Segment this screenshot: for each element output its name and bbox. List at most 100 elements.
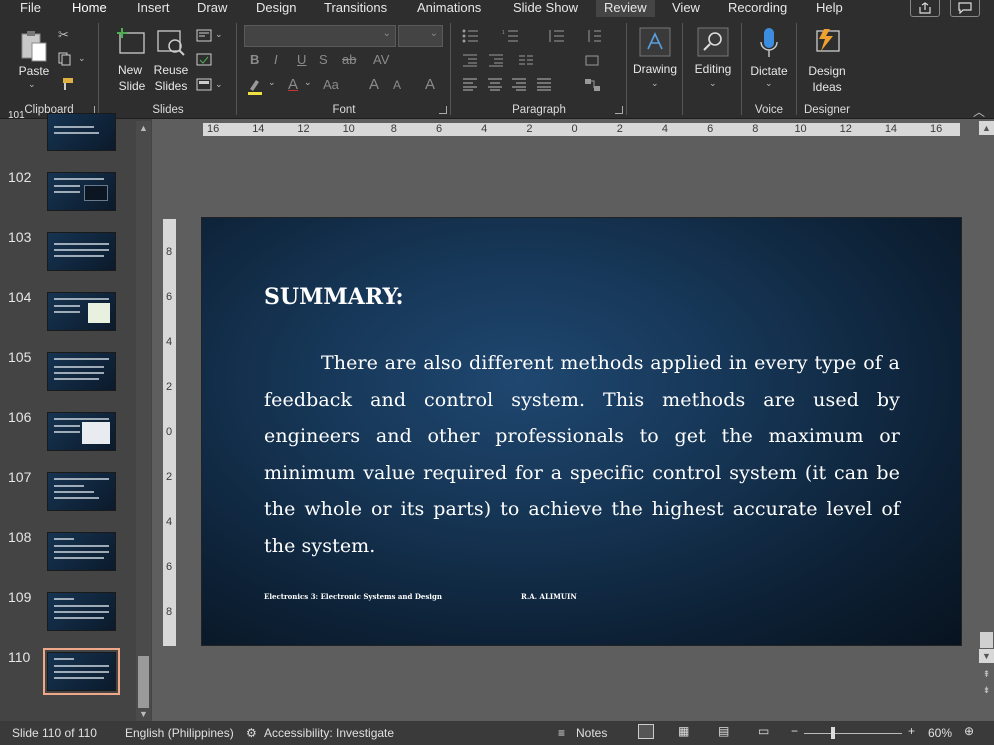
tab-file[interactable]: File — [20, 0, 41, 17]
scroll-up-icon[interactable]: ▲ — [979, 121, 994, 135]
scrollbar-thumb[interactable] — [980, 632, 993, 648]
tab-review[interactable]: Review — [596, 0, 655, 17]
cut-icon[interactable]: ✂ — [58, 27, 69, 43]
new-slide-button[interactable]: New Slide — [112, 25, 150, 95]
slide-title[interactable]: SUMMARY: — [264, 284, 404, 310]
tab-design[interactable]: Design — [256, 0, 296, 17]
next-slide-icon[interactable]: ⇟ — [979, 683, 994, 697]
tab-help[interactable]: Help — [816, 0, 843, 17]
change-case-button[interactable]: Aa — [323, 77, 339, 92]
accessibility-icon[interactable]: ⚙ — [246, 726, 257, 740]
tab-view[interactable]: View — [672, 0, 700, 17]
slide-thumbnail[interactable] — [47, 412, 116, 451]
design-ideas-button[interactable]: Design Ideas — [800, 23, 854, 101]
collapse-ribbon-icon[interactable]: ︿ — [973, 103, 985, 120]
italic-button[interactable]: I — [274, 52, 278, 67]
previous-slide-icon[interactable]: ⇞ — [979, 667, 994, 681]
spacing-icon[interactable]: AV — [373, 52, 389, 67]
fit-to-window-icon[interactable]: ⊕ — [964, 724, 974, 738]
language-indicator[interactable]: English (Philippines) — [125, 726, 234, 740]
decrease-indent-icon[interactable] — [462, 54, 478, 67]
highlight-dropdown-icon[interactable]: ⌄ — [268, 77, 276, 88]
numbering-icon[interactable]: 1 — [502, 29, 518, 43]
comments-button[interactable] — [950, 0, 980, 17]
normal-view-icon[interactable] — [638, 724, 654, 739]
shrink-font-button[interactable]: A — [393, 78, 401, 92]
reading-view-icon[interactable]: ▤ — [718, 724, 729, 738]
scroll-down-icon[interactable]: ▼ — [979, 649, 994, 663]
slide-thumbnail[interactable] — [47, 592, 116, 631]
slide-thumbnail[interactable] — [47, 532, 116, 571]
reuse-slides-button[interactable]: Reuse Slides — [152, 25, 190, 95]
scroll-up-icon[interactable]: ▲ — [136, 121, 151, 135]
section-dropdown-icon[interactable]: ⌄ — [215, 79, 223, 90]
zoom-slider[interactable] — [804, 733, 902, 734]
notes-button[interactable]: Notes — [576, 726, 607, 740]
share-button[interactable] — [910, 0, 940, 17]
scrollbar-thumb[interactable] — [138, 656, 149, 708]
slide-thumbnail[interactable] — [47, 472, 116, 511]
editor-scrollbar[interactable]: ▲ ▼ ⇞ ⇟ — [979, 119, 994, 721]
paragraph-launcher[interactable] — [615, 106, 623, 114]
columns-icon[interactable] — [518, 54, 534, 67]
zoom-out-icon[interactable]: − — [791, 724, 798, 738]
slide-show-icon[interactable]: ▭ — [758, 724, 769, 738]
layout-dropdown-icon[interactable]: ⌄ — [215, 29, 223, 40]
smartart-icon[interactable] — [584, 78, 602, 92]
section-icon[interactable] — [196, 78, 212, 91]
line-spacing-icon[interactable] — [548, 29, 564, 43]
slide-thumbnail[interactable] — [47, 113, 116, 151]
thumbnail-scrollbar[interactable]: ▲ ▼ — [136, 121, 151, 721]
accessibility-status[interactable]: Accessibility: Investigate — [264, 726, 394, 740]
tab-home[interactable]: Home — [72, 0, 107, 20]
text-direction-icon[interactable] — [586, 29, 602, 43]
tab-transitions[interactable]: Transitions — [324, 0, 387, 17]
tab-insert[interactable]: Insert — [137, 0, 170, 17]
align-right-icon[interactable] — [511, 78, 527, 91]
align-text-icon[interactable] — [584, 54, 600, 67]
paste-button[interactable]: Paste ⌄ — [14, 27, 52, 97]
shadow-button[interactable]: S — [319, 52, 328, 67]
copy-icon[interactable] — [58, 52, 72, 66]
font-name-combo[interactable]: ⌄ — [244, 25, 396, 47]
slide-footer-left[interactable]: Electronics 3: Electronic Systems and De… — [264, 592, 442, 601]
editing-button[interactable]: Editing ⌄ — [688, 23, 738, 105]
font-color-dropdown-icon[interactable]: ⌄ — [304, 77, 312, 88]
align-left-icon[interactable] — [462, 78, 478, 91]
scroll-down-icon[interactable]: ▼ — [136, 707, 151, 721]
notes-icon[interactable]: ≡ — [558, 726, 565, 740]
zoom-in-icon[interactable]: + — [908, 724, 915, 738]
underline-button[interactable]: U — [297, 52, 306, 67]
reset-icon[interactable] — [196, 53, 212, 66]
increase-indent-icon[interactable] — [488, 54, 504, 67]
font-size-combo[interactable]: ⌄ — [398, 25, 443, 47]
grow-font-button[interactable]: A — [369, 76, 379, 93]
zoom-level[interactable]: 60% — [928, 726, 952, 740]
zoom-slider-thumb[interactable] — [831, 727, 835, 739]
slide-body-text[interactable]: There are also different methods applied… — [264, 345, 900, 564]
format-painter-icon[interactable] — [58, 77, 74, 91]
clear-formatting-icon[interactable]: A — [425, 76, 435, 93]
layout-icon[interactable] — [196, 29, 212, 42]
slide-thumbnail[interactable] — [47, 352, 116, 391]
drawing-button[interactable]: Drawing ⌄ — [630, 23, 680, 105]
tab-slide-show[interactable]: Slide Show — [513, 0, 578, 17]
bold-button[interactable]: B — [250, 52, 259, 67]
dictate-button[interactable]: Dictate ⌄ — [745, 23, 793, 101]
tab-recording[interactable]: Recording — [728, 0, 787, 17]
slide-canvas[interactable]: SUMMARY: There are also different method… — [201, 217, 962, 646]
bullets-icon[interactable] — [462, 29, 478, 43]
highlight-icon[interactable] — [246, 77, 264, 95]
copy-dropdown-icon[interactable]: ⌄ — [78, 53, 86, 64]
font-color-icon[interactable]: A — [288, 76, 298, 93]
slide-thumbnail[interactable] — [47, 232, 116, 271]
tab-animations[interactable]: Animations — [417, 0, 481, 17]
slide-thumbnail[interactable] — [47, 292, 116, 331]
slide-footer-right[interactable]: R.A. ALIMUIN — [521, 592, 577, 601]
align-center-icon[interactable] — [487, 78, 503, 91]
slide-thumbnail[interactable] — [47, 172, 116, 211]
tab-draw[interactable]: Draw — [197, 0, 227, 17]
slide-thumbnail-selected[interactable] — [43, 648, 120, 695]
slide-sorter-icon[interactable]: ▦ — [678, 724, 689, 738]
strikethrough-button[interactable]: ab — [342, 52, 356, 67]
